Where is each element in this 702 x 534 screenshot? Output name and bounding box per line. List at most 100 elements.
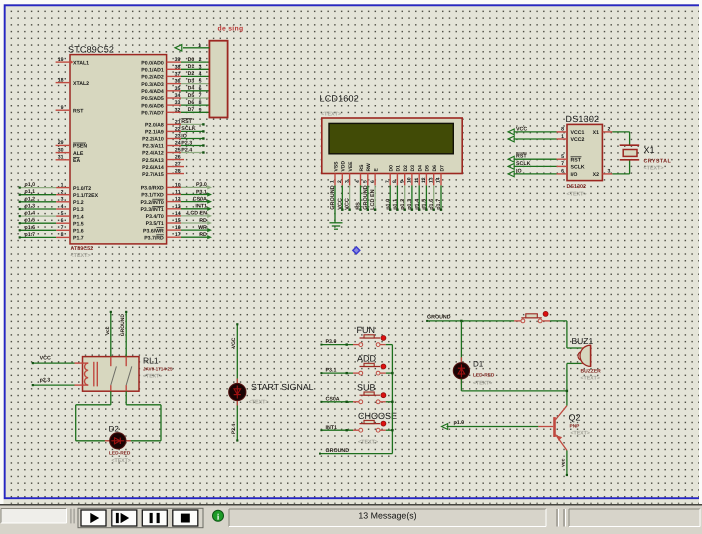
- svg-text:4: 4: [199, 71, 202, 77]
- svg-text:D2: D2: [403, 165, 409, 172]
- svg-text:P2.1/A9: P2.1/A9: [145, 130, 164, 136]
- svg-text:p1.0: p1.0: [385, 199, 391, 210]
- svg-text:6: 6: [61, 218, 64, 224]
- svg-text:15: 15: [175, 218, 181, 224]
- svg-text:<TEXT>: <TEXT>: [571, 431, 590, 437]
- svg-text:DS1302: DS1302: [567, 184, 586, 190]
- svg-text:P0.3/AD3: P0.3/AD3: [141, 82, 164, 88]
- svg-text:LCD EN: LCD EN: [187, 211, 207, 217]
- svg-text:X1: X1: [644, 145, 655, 155]
- svg-text:VCC: VCC: [345, 198, 351, 210]
- svg-text:P3.7/RD: P3.7/RD: [144, 235, 164, 241]
- svg-text:START SIGNAL: START SIGNAL: [251, 382, 314, 392]
- svg-text:p1.7: p1.7: [436, 199, 442, 210]
- svg-text:6: 6: [561, 169, 564, 175]
- svg-text:13 Message(s): 13 Message(s): [358, 510, 416, 520]
- svg-text:3: 3: [344, 180, 350, 183]
- svg-text:RS: RS: [356, 202, 362, 210]
- svg-text:X2: X2: [593, 172, 599, 178]
- svg-text:INT1: INT1: [195, 204, 207, 210]
- svg-text:VCC: VCC: [40, 356, 51, 362]
- svg-text:9: 9: [199, 107, 202, 113]
- svg-text:P2.3/A11: P2.3/A11: [142, 144, 163, 150]
- svg-text:36: 36: [175, 79, 181, 85]
- svg-text:P1.7: P1.7: [73, 236, 84, 242]
- svg-text:VCC: VCC: [516, 126, 527, 132]
- svg-text:1: 1: [561, 134, 564, 140]
- svg-text:VEE: VEE: [348, 161, 354, 172]
- svg-text:IO: IO: [181, 133, 187, 139]
- svg-text:I/O: I/O: [571, 172, 578, 178]
- svg-text:23: 23: [175, 134, 181, 140]
- svg-text:P2.5/A13: P2.5/A13: [142, 158, 164, 164]
- svg-text:<TEXT>: <TEXT>: [249, 400, 269, 406]
- svg-text:SCLK: SCLK: [571, 165, 585, 171]
- svg-text:8: 8: [61, 232, 64, 238]
- svg-text:IO: IO: [516, 168, 522, 174]
- svg-text:1: 1: [61, 182, 64, 188]
- svg-text:RD: RD: [199, 218, 207, 224]
- svg-text:P3.1: P3.1: [326, 368, 337, 374]
- svg-text:P1.6: P1.6: [73, 229, 84, 235]
- svg-text:2: 2: [337, 180, 343, 183]
- svg-text:<TEXT>: <TEXT>: [321, 111, 341, 117]
- svg-text:D1: D1: [188, 64, 195, 70]
- svg-text:P3.0: P3.0: [196, 182, 207, 188]
- svg-text:<TEXT>: <TEXT>: [473, 380, 492, 386]
- svg-text:P0.7/AD7: P0.7/AD7: [141, 111, 164, 117]
- svg-text:P1.5: P1.5: [73, 221, 84, 227]
- svg-text:8: 8: [392, 180, 398, 183]
- svg-text:p1.4: p1.4: [414, 198, 420, 210]
- svg-text:6: 6: [199, 86, 202, 92]
- svg-text:VCC2: VCC2: [571, 137, 585, 143]
- svg-text:13: 13: [175, 204, 181, 210]
- svg-text:p1.1: p1.1: [393, 199, 399, 210]
- svg-text:2: 2: [199, 57, 202, 63]
- svg-text:CS0A: CS0A: [193, 196, 207, 202]
- svg-text:<TEXT>: <TEXT>: [644, 166, 664, 172]
- svg-text:P3.1/TXD: P3.1/TXD: [141, 193, 164, 199]
- svg-text:9: 9: [61, 105, 64, 111]
- svg-text:3: 3: [199, 64, 202, 70]
- svg-text:P3.5/T1: P3.5/T1: [146, 221, 164, 227]
- svg-text:4: 4: [61, 204, 64, 210]
- svg-text:10: 10: [407, 177, 413, 183]
- svg-text:P3.2/INT0: P3.2/INT0: [140, 200, 163, 206]
- svg-text:RS: RS: [359, 164, 365, 172]
- svg-text:BUZ1: BUZ1: [572, 336, 594, 346]
- svg-text:P0.4/AD4: P0.4/AD4: [141, 89, 164, 95]
- svg-text:5: 5: [61, 211, 64, 217]
- svg-text:PNP: PNP: [570, 423, 581, 429]
- svg-text:21: 21: [175, 119, 181, 125]
- svg-text:29: 29: [58, 140, 64, 146]
- svg-text:vcc: vcc: [105, 326, 111, 335]
- svg-text:vcc: vcc: [560, 458, 566, 467]
- svg-text:39: 39: [175, 57, 181, 63]
- svg-text:P2.4: P2.4: [181, 147, 192, 153]
- svg-text:3: 3: [61, 197, 64, 203]
- svg-text:ADD: ADD: [357, 354, 377, 364]
- svg-text:RD: RD: [199, 232, 207, 238]
- svg-text:D3: D3: [410, 165, 416, 172]
- svg-text:7: 7: [199, 93, 202, 99]
- svg-text:6: 6: [370, 180, 376, 183]
- svg-text:p1.5: p1.5: [25, 218, 36, 224]
- svg-text:D2: D2: [188, 71, 195, 77]
- svg-text:5: 5: [363, 180, 369, 183]
- svg-text:27: 27: [175, 162, 181, 168]
- svg-text:p1.4: p1.4: [25, 211, 36, 217]
- svg-text:de sing: de sing: [218, 26, 244, 33]
- svg-text:31: 31: [58, 155, 64, 161]
- svg-text:SCLK: SCLK: [516, 161, 531, 167]
- svg-text:GROUND: GROUND: [120, 314, 126, 337]
- svg-text:LCD EN: LCD EN: [370, 189, 376, 210]
- svg-text:AT89C52: AT89C52: [71, 246, 94, 252]
- svg-text:RST: RST: [516, 154, 527, 160]
- svg-text:P0.5/AD5: P0.5/AD5: [141, 96, 164, 102]
- svg-text:P2.4/A12: P2.4/A12: [142, 151, 164, 157]
- svg-text:p1.3: p1.3: [25, 204, 36, 210]
- svg-text:13: 13: [428, 177, 434, 183]
- svg-text:VCC: VCC: [231, 337, 237, 348]
- svg-text:<TEXT>: <TEXT>: [143, 374, 162, 380]
- svg-text:P0.2/AD2: P0.2/AD2: [141, 75, 164, 81]
